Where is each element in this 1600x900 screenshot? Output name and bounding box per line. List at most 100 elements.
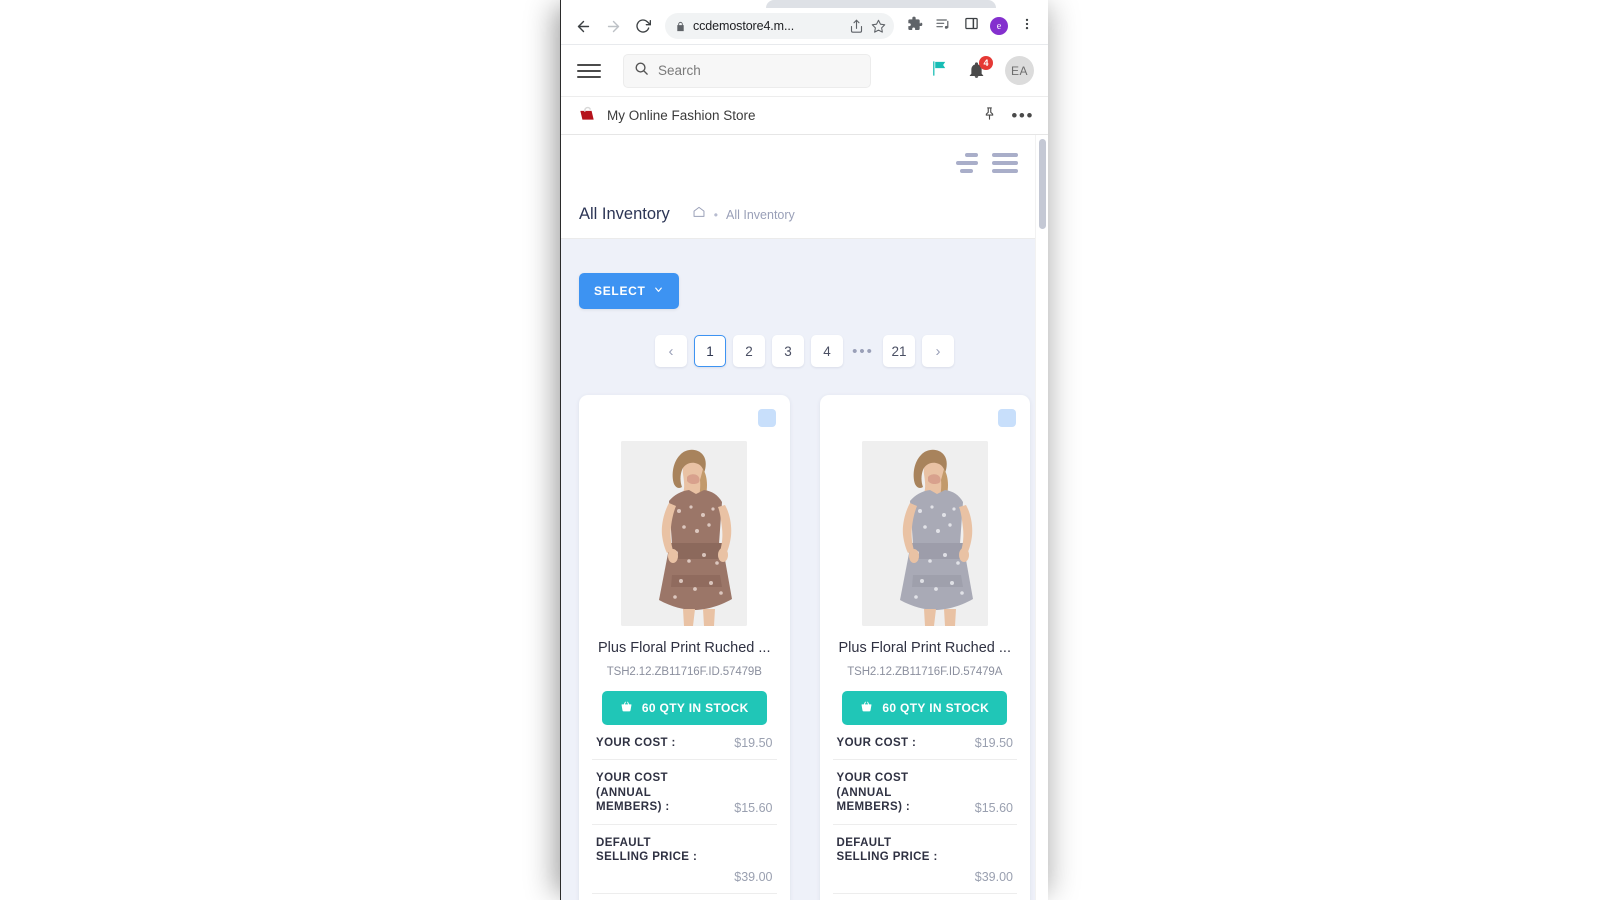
product-card[interactable]: Plus Floral Print Ruched ... TSH2.12.ZB1… bbox=[819, 395, 1030, 900]
price-row: YOUR COST : $19.50 bbox=[832, 725, 1017, 761]
browser-toolbar: ccdemostore4.m... e bbox=[561, 8, 1048, 45]
address-bar[interactable]: ccdemostore4.m... bbox=[665, 13, 894, 39]
full-list-view-icon[interactable] bbox=[992, 153, 1018, 173]
stock-button[interactable]: 60 QTY IN STOCK bbox=[842, 691, 1008, 725]
url-text: ccdemostore4.m... bbox=[693, 19, 795, 33]
user-avatar[interactable]: EA bbox=[1005, 56, 1034, 85]
price-value: $19.50 bbox=[974, 736, 1013, 751]
pagination-prev[interactable]: ‹ bbox=[655, 335, 687, 367]
product-title: Plus Floral Print Ruched ... bbox=[598, 640, 771, 656]
price-value: $39.00 bbox=[734, 870, 773, 885]
hamburger-menu-icon[interactable] bbox=[577, 63, 601, 78]
pagination-page-2[interactable]: 2 bbox=[733, 335, 765, 367]
pin-icon[interactable] bbox=[982, 106, 997, 126]
extensions-button[interactable] bbox=[902, 13, 928, 39]
breadcrumb-current: All Inventory bbox=[726, 207, 795, 222]
basket-icon bbox=[860, 700, 873, 716]
search-icon bbox=[634, 61, 649, 81]
playlist-icon bbox=[935, 16, 951, 37]
pagination: ‹ 1 2 3 4 ••• 21 › bbox=[579, 335, 1030, 367]
select-button[interactable]: SELECT bbox=[579, 273, 679, 309]
select-button-label: SELECT bbox=[594, 284, 646, 298]
star-icon[interactable] bbox=[871, 19, 886, 34]
store-bar-actions: ••• bbox=[982, 106, 1034, 126]
back-arrow-icon bbox=[575, 18, 592, 35]
product-image bbox=[861, 441, 988, 626]
pagination-ellipsis: ••• bbox=[852, 342, 874, 360]
browser-window: ccdemostore4.m... e Search 4 EA My Onlin… bbox=[560, 0, 1048, 900]
chevron-down-icon bbox=[653, 284, 664, 298]
product-title: Plus Floral Print Ruched ... bbox=[838, 640, 1011, 656]
page-viewport: All Inventory • All Inventory SELECT ‹ 1… bbox=[561, 135, 1048, 900]
chrome-profile-avatar: e bbox=[990, 17, 1008, 35]
page-scrollbar-thumb[interactable] bbox=[1039, 139, 1046, 229]
page-title: All Inventory bbox=[579, 205, 670, 223]
price-row: YOUR COST (ANNUAL MEMBERS) : $15.60 bbox=[832, 760, 1017, 825]
product-sku: TSH2.12.ZB11716F.ID.57479B bbox=[606, 666, 762, 678]
stock-label: 60 QTY IN STOCK bbox=[641, 701, 749, 715]
product-image bbox=[621, 441, 748, 626]
stock-label: 60 QTY IN STOCK bbox=[882, 701, 990, 715]
product-card[interactable]: Plus Floral Print Ruched ... TSH2.12.ZB1… bbox=[579, 395, 790, 900]
price-label: YOUR COST : bbox=[596, 737, 676, 749]
price-value: $39.00 bbox=[974, 870, 1013, 885]
media-control-button[interactable] bbox=[930, 13, 956, 39]
flag-button[interactable] bbox=[930, 59, 949, 83]
price-label: YOUR COST : bbox=[836, 737, 917, 749]
side-panel-icon bbox=[964, 16, 979, 36]
share-icon[interactable] bbox=[849, 19, 864, 34]
price-row: YOUR COST : $19.50 bbox=[592, 725, 777, 761]
home-icon[interactable] bbox=[692, 205, 706, 224]
search-placeholder: Search bbox=[658, 63, 701, 78]
basket-icon bbox=[620, 700, 633, 716]
pagination-page-last[interactable]: 21 bbox=[883, 335, 915, 367]
shopping-bag-icon bbox=[577, 103, 597, 128]
price-label: YOUR COST (ANNUAL MEMBERS) : bbox=[596, 772, 670, 814]
price-value: $19.50 bbox=[734, 736, 773, 751]
forward-button[interactable] bbox=[599, 12, 627, 40]
notification-badge: 4 bbox=[979, 55, 993, 70]
price-value: $15.60 bbox=[974, 800, 1013, 815]
model-illustration bbox=[861, 441, 988, 626]
page-scrollbar[interactable] bbox=[1035, 135, 1048, 900]
page-content: SELECT ‹ 1 2 3 4 ••• 21 › Plus Floral Pr… bbox=[561, 239, 1048, 900]
price-label: DEFAULT SELLING PRICE : bbox=[836, 836, 938, 863]
breadcrumb: • All Inventory bbox=[692, 205, 795, 224]
price-row: DEFAULT SELLING PRICE : $39.00 bbox=[832, 825, 1017, 895]
browser-tab[interactable] bbox=[766, 0, 996, 8]
compact-list-view-icon[interactable] bbox=[956, 153, 978, 173]
chrome-menu-button[interactable] bbox=[1014, 13, 1040, 39]
model-illustration bbox=[621, 441, 748, 626]
stock-button[interactable]: 60 QTY IN STOCK bbox=[601, 691, 767, 725]
price-value: $15.60 bbox=[734, 800, 773, 815]
breadcrumb-separator: • bbox=[713, 207, 718, 222]
store-name: My Online Fashion Store bbox=[607, 108, 756, 123]
profile-button[interactable]: e bbox=[986, 13, 1012, 39]
view-toolbar bbox=[561, 135, 1048, 191]
more-options-icon[interactable]: ••• bbox=[1011, 107, 1034, 124]
product-checkbox[interactable] bbox=[757, 409, 776, 427]
store-bar: My Online Fashion Store ••• bbox=[561, 97, 1048, 135]
product-grid: Plus Floral Print Ruched ... TSH2.12.ZB1… bbox=[579, 395, 1030, 900]
pagination-page-1[interactable]: 1 bbox=[694, 335, 726, 367]
flag-icon bbox=[930, 60, 949, 82]
notifications-button[interactable]: 4 bbox=[967, 55, 993, 82]
price-label: DEFAULT SELLING PRICE : bbox=[596, 836, 698, 863]
reload-button[interactable] bbox=[629, 12, 657, 40]
page-titlebar: All Inventory • All Inventory bbox=[561, 191, 1048, 239]
price-row: DEFAULT SELLING PRICE : $39.00 bbox=[592, 825, 777, 895]
product-checkbox[interactable] bbox=[998, 409, 1016, 427]
price-label: YOUR COST (ANNUAL MEMBERS) : bbox=[836, 772, 911, 814]
app-header-actions: 4 EA bbox=[930, 55, 1034, 85]
search-input[interactable]: Search bbox=[623, 53, 871, 88]
pagination-page-4[interactable]: 4 bbox=[811, 335, 843, 367]
tab-strip bbox=[561, 0, 1048, 8]
puzzle-icon bbox=[907, 16, 923, 37]
back-button[interactable] bbox=[569, 12, 597, 40]
pagination-next[interactable]: › bbox=[922, 335, 954, 367]
price-row: YOUR COST (ANNUAL MEMBERS) : $15.60 bbox=[592, 760, 777, 825]
product-sku: TSH2.12.ZB11716F.ID.57479A bbox=[847, 666, 1003, 678]
pagination-page-3[interactable]: 3 bbox=[772, 335, 804, 367]
kebab-menu-icon bbox=[1020, 17, 1034, 36]
side-panel-button[interactable] bbox=[958, 13, 984, 39]
